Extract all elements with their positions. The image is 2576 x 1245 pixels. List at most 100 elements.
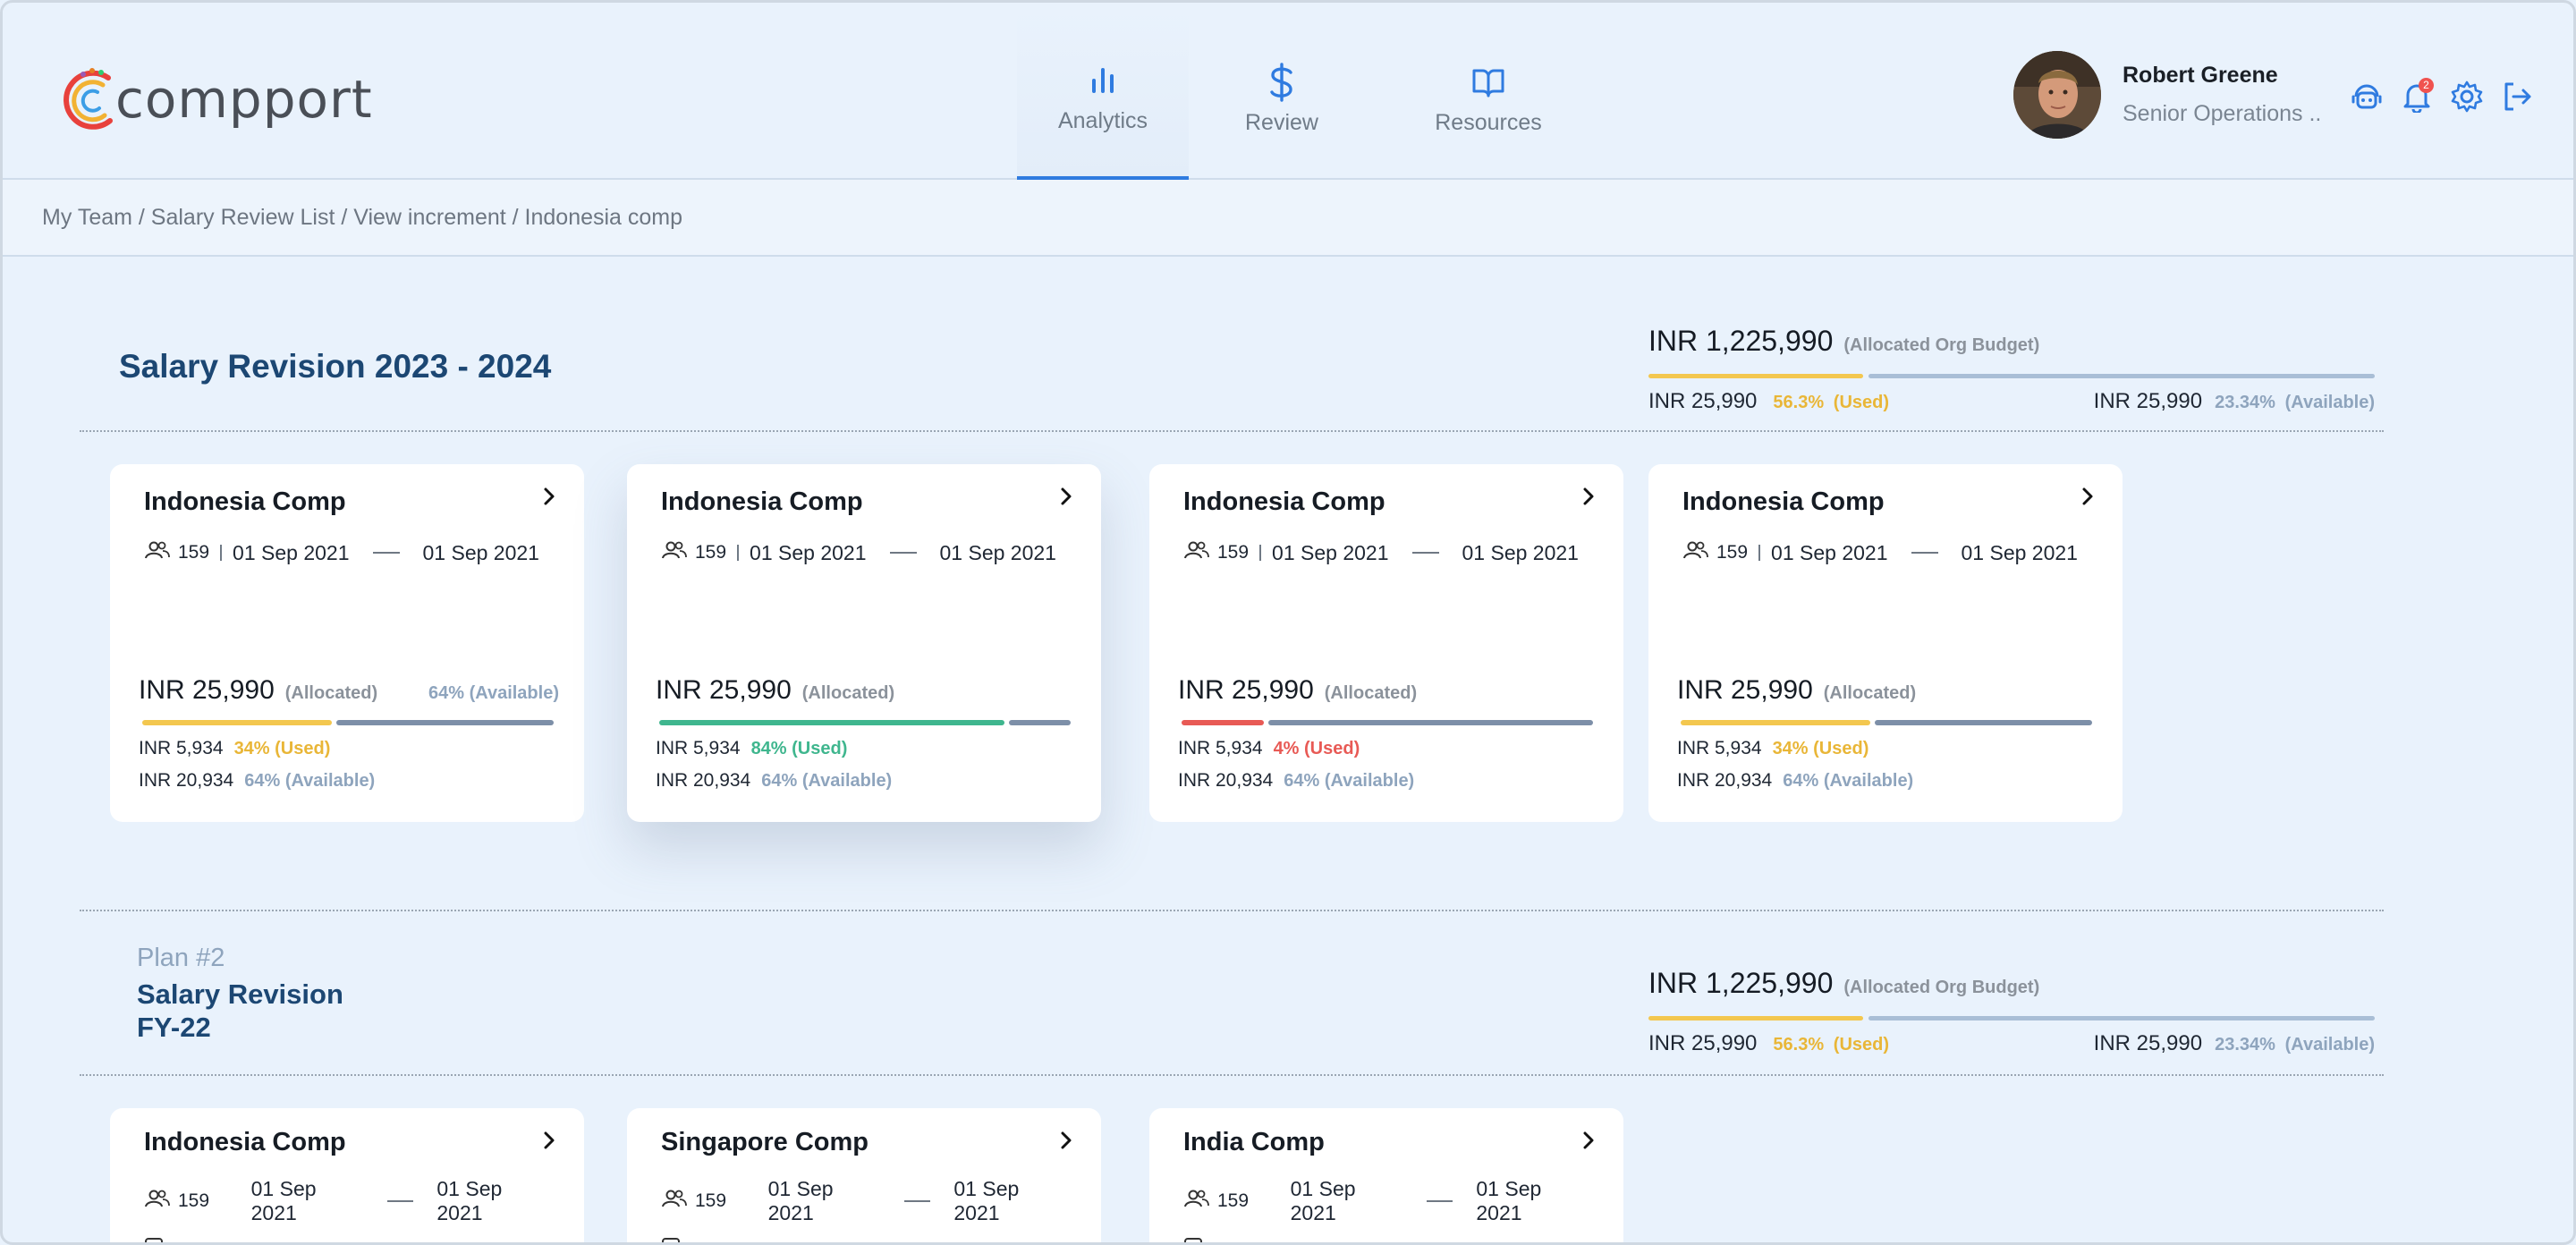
logo-text: compport: [115, 69, 373, 130]
user-name: Robert Greene: [2123, 63, 2278, 88]
people-icon: [661, 540, 688, 565]
section-title: Salary Revision 2023 - 2024: [119, 348, 552, 385]
breadcrumb-text[interactable]: My Team / Salary Review List / View incr…: [42, 205, 682, 231]
plan-card[interactable]: Indonesia Comp 159 01 Sep 2021 01 Sep 2021 I…: [1149, 464, 1623, 822]
start-date: 01 Sep 2021: [1272, 540, 1389, 564]
budget-total-label: (Allocated Org Budget): [1843, 335, 2040, 355]
usage-progress-bar: [659, 720, 1071, 725]
chevron-right-icon[interactable]: [541, 1130, 557, 1156]
chevron-right-icon[interactable]: [1580, 486, 1597, 512]
usage-progress-bar: [1182, 720, 1593, 725]
used-amount: INR 5,934: [1677, 738, 1762, 758]
allocated-label: (Allocated): [1823, 683, 1917, 703]
employee-count: 159: [178, 542, 210, 563]
people-icon: [144, 540, 171, 565]
used-pct: 84% (Used): [750, 739, 848, 758]
app-window: compport Analytics Review Resources Robe…: [0, 0, 2576, 1245]
employee-count: 159: [695, 1190, 727, 1211]
plan-card[interactable]: Indonesia Comp 159 01 Sep 2021 01 Sep 2021 I…: [627, 464, 1101, 822]
notification-badge: 2: [2419, 78, 2434, 93]
nav-tab-label: Analytics: [1057, 107, 1148, 133]
chevron-right-icon[interactable]: [541, 486, 557, 512]
budget-progress-bar: [1648, 1016, 2375, 1021]
budget-progress-bar: [1648, 374, 2375, 378]
available-pct: 64% (Available): [1783, 771, 1914, 791]
available-amount: INR 20,934: [1178, 770, 1274, 791]
chevron-right-icon[interactable]: [1580, 1130, 1597, 1156]
usage-bar-used: [1182, 720, 1264, 725]
budget-available-label: (Available): [2284, 1035, 2375, 1054]
chevron-right-icon[interactable]: [1058, 1130, 1074, 1156]
user-profile[interactable]: Robert Greene Senior Operations ..: [2013, 51, 2321, 139]
nav-tab-resources[interactable]: Resources: [1375, 8, 1602, 180]
logout-icon[interactable]: [2500, 78, 2534, 115]
card-title: Indonesia Comp: [661, 487, 863, 516]
plan-title-line1: Salary Revision: [137, 978, 343, 1010]
people-icon: [661, 1189, 688, 1214]
usage-bar-remaining: [1268, 720, 1593, 725]
start-date: 01 Sep 2021: [750, 540, 867, 564]
compport-logo[interactable]: compport: [64, 64, 373, 135]
card-title: Indonesia Comp: [1682, 487, 1885, 516]
start-date: 01 Sep 2021: [1290, 1177, 1356, 1224]
plan-amount: INR 19,227,209: [691, 1241, 823, 1242]
budget-used-amount: INR 25,990: [1648, 389, 1758, 413]
used-pct: 4% (Used): [1273, 739, 1360, 758]
chevron-right-icon[interactable]: [2080, 486, 2096, 512]
start-date: 01 Sep 2021: [250, 1177, 317, 1224]
budget-available-amount: INR 25,990: [2093, 1031, 2203, 1055]
card-title: India Comp: [1183, 1128, 1325, 1156]
plan-card[interactable]: Singapore Comp 159 01 Sep 2021 01 Sep 2021 I…: [627, 1108, 1101, 1242]
plan-card[interactable]: India Comp 159 01 Sep 2021 01 Sep 2021 INR 1…: [1149, 1108, 1623, 1242]
support-agent-icon[interactable]: [2350, 78, 2384, 115]
header-actions: 2: [2350, 78, 2534, 115]
top-header: compport Analytics Review Resources Robe…: [3, 8, 2573, 180]
nav-tab-analytics[interactable]: Analytics: [1017, 8, 1189, 180]
budget-available-pct: 23.34%: [2215, 393, 2275, 412]
plan-card[interactable]: Indonesia Comp 159 01 Sep 2021 01 Sep 2021 I…: [110, 464, 584, 822]
budget-total: INR 1,225,990: [1648, 325, 1834, 357]
end-date: 01 Sep 2021: [953, 1177, 1020, 1224]
budget-total-label: (Allocated Org Budget): [1843, 978, 2040, 997]
employee-count: 159: [1217, 542, 1250, 563]
allocated-label: (Allocated): [1324, 683, 1418, 703]
nav-tab-review[interactable]: Review: [1189, 8, 1375, 180]
usage-bar-used: [142, 720, 332, 725]
book-icon: [1472, 62, 1504, 103]
card-title: Singapore Comp: [661, 1128, 869, 1156]
end-date: 01 Sep 2021: [422, 540, 539, 564]
usage-bar-used: [659, 720, 1004, 725]
budget-used-label: (Used): [1833, 1035, 1890, 1054]
people-icon: [1183, 540, 1210, 565]
nav-tab-label: Resources: [1435, 109, 1542, 135]
bell-icon[interactable]: 2: [2400, 78, 2434, 115]
used-pct: 34% (Used): [1772, 739, 1869, 758]
employee-count: 159: [1217, 1190, 1250, 1211]
divider: [80, 910, 2384, 911]
used-pct: 34% (Used): [233, 739, 331, 758]
org-budget-summary: INR 1,225,990 (Allocated Org Budget) INR …: [1648, 967, 2375, 1056]
usage-bar-remaining: [336, 720, 554, 725]
usage-progress-bar: [142, 720, 554, 725]
plan-number: Plan #2: [137, 944, 225, 972]
available-pct: 64% (Available): [244, 771, 376, 791]
plan-card[interactable]: Indonesia Comp 159 01 Sep 2021 01 Sep 2021 I…: [1648, 464, 2123, 822]
budget-used-pct: 56.3%: [1773, 393, 1825, 412]
calculator-icon: [144, 1238, 164, 1242]
employee-count: 159: [1716, 542, 1749, 563]
start-date: 01 Sep 2021: [767, 1177, 834, 1224]
available-tag: 64% (Available): [428, 683, 559, 703]
plan-card[interactable]: Indonesia Comp 159 01 Sep 2021 01 Sep 2021 I…: [110, 1108, 584, 1242]
available-amount: INR 20,934: [656, 770, 751, 791]
available-pct: 64% (Available): [1284, 771, 1415, 791]
divider: [80, 430, 2384, 432]
calculator-icon: [1183, 1238, 1203, 1242]
avatar: [2013, 51, 2101, 139]
chevron-right-icon[interactable]: [1058, 486, 1074, 512]
breadcrumb[interactable]: My Team / Salary Review List / View incr…: [3, 180, 2573, 257]
main-nav: Analytics Review Resources: [1017, 8, 1602, 180]
calculator-icon: [661, 1238, 681, 1242]
gear-icon[interactable]: [2450, 78, 2484, 115]
divider: [80, 1074, 2384, 1076]
used-amount: INR 5,934: [656, 738, 741, 758]
